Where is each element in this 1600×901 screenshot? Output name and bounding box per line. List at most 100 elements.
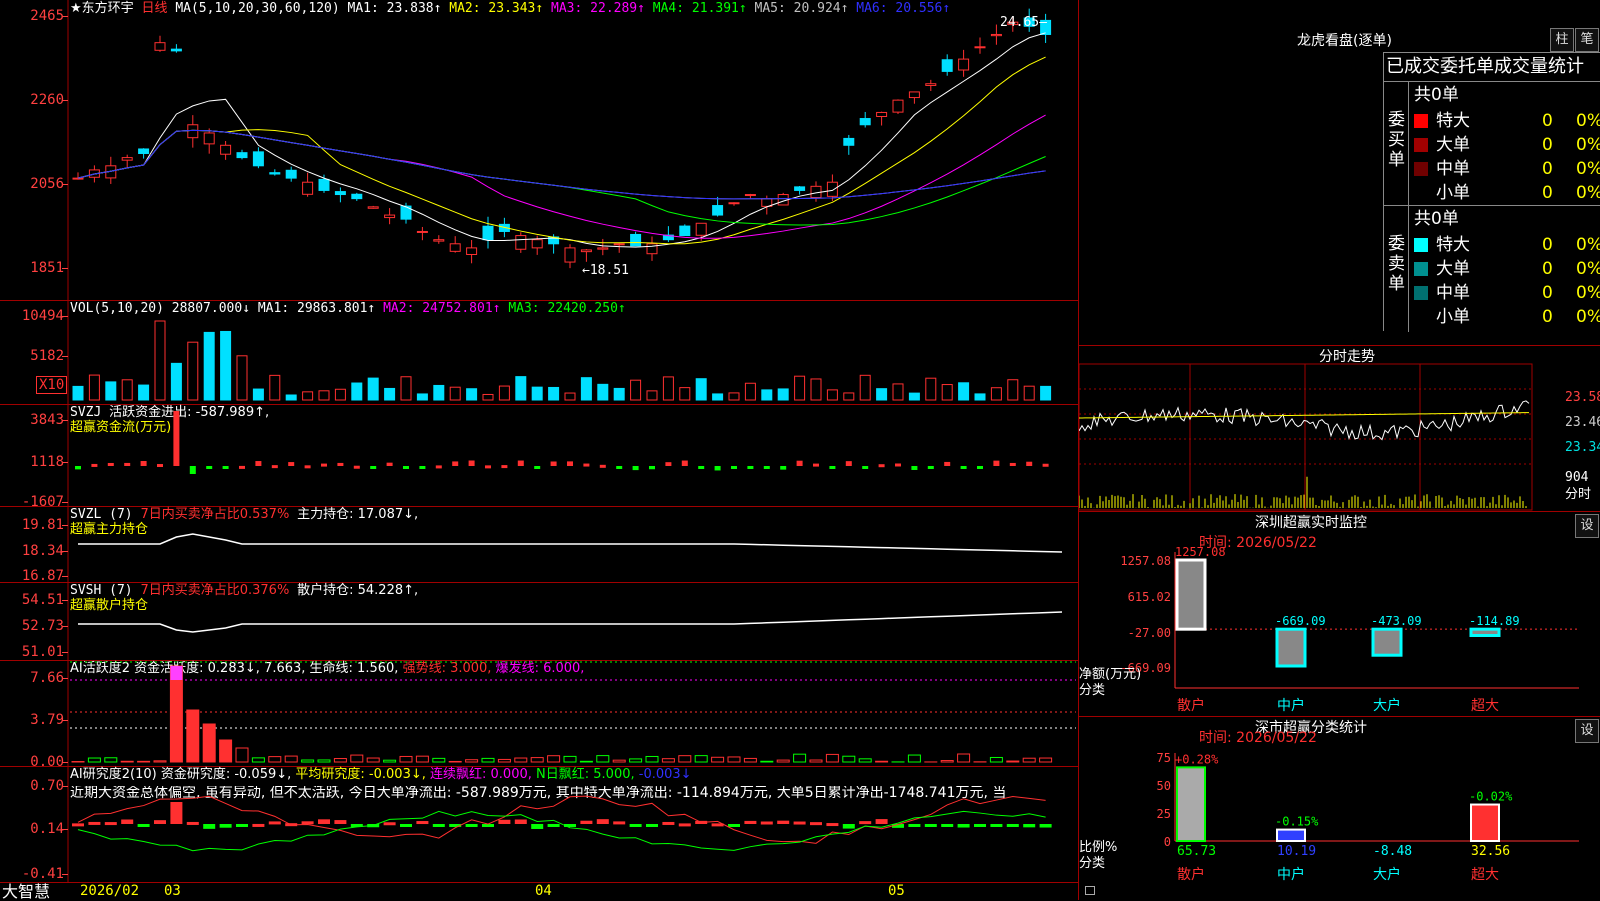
svzj-chart bbox=[0, 404, 1078, 506]
research-bar bbox=[498, 820, 510, 824]
candle-body bbox=[467, 248, 477, 255]
activity-bar bbox=[466, 760, 478, 762]
svzj-bar bbox=[747, 466, 753, 469]
svzj-bar bbox=[124, 463, 130, 466]
activity-bar bbox=[990, 757, 1002, 762]
activity-bar bbox=[728, 757, 740, 762]
monitor-bar bbox=[1471, 629, 1499, 635]
research-bar bbox=[187, 822, 199, 825]
volume-bar bbox=[975, 394, 985, 400]
svzj-pane[interactable]: SVZJ 活跃资金进出: -587.989↑, 超赢资金流(万元) bbox=[0, 404, 1078, 507]
svsh-y-label: 54.51 bbox=[2, 592, 64, 608]
intraday-y-1: 23.46 bbox=[1565, 416, 1600, 430]
svzj-bar bbox=[206, 466, 212, 469]
classify-bar bbox=[1471, 805, 1499, 841]
sell-row-pct: 0% bbox=[1576, 308, 1600, 326]
sell-row-val: 0 bbox=[1542, 236, 1553, 254]
volume-bar bbox=[335, 389, 345, 400]
candle-body bbox=[893, 100, 903, 112]
volume-bar bbox=[713, 394, 723, 400]
svzj-bar bbox=[469, 461, 475, 466]
research-bar bbox=[154, 820, 166, 824]
chart-area[interactable]: ★东方环宇 日线 MA(5,10,20,30,60,120) MA1: 23.8… bbox=[0, 0, 1079, 900]
svzj-bar bbox=[649, 466, 655, 469]
ai-research-pane[interactable]: AI研究度2(10) 资金研究度: -0.059↓, 平均研究度: -0.003… bbox=[0, 766, 1078, 883]
price-pane[interactable]: ★东方环宇 日线 MA(5,10,20,30,60,120) MA1: 23.8… bbox=[0, 0, 1078, 301]
intraday-vol-unit: 分时 bbox=[1565, 488, 1591, 502]
classify-value-label: 32.56 bbox=[1471, 844, 1510, 859]
price-y-tick bbox=[62, 268, 68, 269]
candle-body bbox=[827, 182, 837, 196]
activity-bar bbox=[859, 759, 871, 762]
price-y-tick bbox=[62, 16, 68, 17]
volume-pane[interactable]: VOL(5,10,20) 28807.000↓ MA1: 29863.801↑ … bbox=[0, 300, 1078, 405]
activity-bar bbox=[646, 756, 658, 762]
svzj-bar bbox=[518, 461, 524, 466]
volume-bar bbox=[663, 377, 673, 400]
volume-bar bbox=[417, 394, 427, 400]
research-bar bbox=[121, 820, 133, 824]
research-bar bbox=[170, 802, 182, 824]
candle-body bbox=[713, 206, 723, 216]
volume-bar bbox=[401, 377, 411, 400]
candle-body bbox=[450, 244, 460, 252]
candle-body bbox=[368, 207, 378, 208]
classify-pct-label: -0.02% bbox=[1469, 790, 1513, 804]
svzl-y-tick bbox=[62, 576, 68, 577]
volume-bar bbox=[959, 383, 969, 400]
research-bar bbox=[630, 824, 642, 827]
svzl-pane[interactable]: SVZL (7) 7日内买卖净占比0.537% 主力持仓: 17.087↓, 超… bbox=[0, 506, 1078, 583]
volume-bar bbox=[614, 388, 624, 400]
activity-bar bbox=[236, 748, 248, 762]
candle-body bbox=[139, 149, 149, 154]
svzj-bar bbox=[944, 462, 950, 466]
classify-y-label: 0 bbox=[1164, 835, 1171, 849]
volume-bar bbox=[565, 393, 575, 400]
research-bar bbox=[794, 822, 806, 825]
activity-bar bbox=[810, 760, 822, 762]
tick-mode-button[interactable]: 笔 bbox=[1575, 28, 1599, 52]
candle-body bbox=[171, 49, 181, 51]
intraday-panel[interactable]: 分时走势 23.58 23.46 23.34 904 分时 bbox=[1079, 346, 1600, 512]
volume-bar bbox=[385, 388, 395, 400]
vol-unit-badge: X10 bbox=[36, 376, 67, 394]
volume-bar bbox=[942, 385, 952, 400]
research-bar bbox=[908, 824, 920, 827]
svzj-y-label: -1607 bbox=[2, 494, 64, 510]
monitor-y-label: 1257.08 bbox=[1120, 554, 1171, 568]
monitor-bar bbox=[1373, 629, 1401, 655]
activity-bar bbox=[498, 759, 510, 762]
ai1-y-label: 0.00 bbox=[2, 754, 64, 770]
volume-bar bbox=[844, 393, 854, 400]
activity-bar bbox=[367, 758, 379, 762]
activity-bar bbox=[613, 760, 625, 762]
candle-body bbox=[631, 234, 641, 245]
monitor-value-label: -473.09 bbox=[1371, 614, 1422, 628]
sell-total: 共0单 bbox=[1414, 210, 1459, 228]
svzj-bar bbox=[993, 461, 999, 466]
activity-bar bbox=[794, 754, 806, 762]
bar-mode-button[interactable]: 柱 bbox=[1550, 28, 1574, 52]
activity-bar bbox=[318, 760, 330, 762]
volume-bar bbox=[745, 383, 755, 400]
intraday-y-0: 23.58 bbox=[1565, 391, 1600, 405]
candle-body bbox=[253, 152, 263, 166]
ai-activity-pane[interactable]: AI活跃度2 资金活跃度: 0.283↓, 7.663, 生命线: 1.560,… bbox=[0, 660, 1078, 767]
research-bar bbox=[269, 821, 281, 824]
svsh-pane[interactable]: SVSH (7) 7日内买卖净占比0.376% 散户持仓: 54.228↑, 超… bbox=[0, 582, 1078, 661]
classify-value-label: 10.19 bbox=[1277, 844, 1316, 859]
research-bar bbox=[433, 824, 445, 827]
svzj-bar bbox=[813, 464, 819, 467]
svzj-bar bbox=[665, 462, 671, 466]
monitor-category: 大户 bbox=[1373, 697, 1401, 714]
activity-bar bbox=[170, 666, 182, 762]
svzj-bar bbox=[682, 461, 688, 466]
svzj-bar bbox=[157, 464, 163, 467]
svzj-bar bbox=[337, 463, 343, 466]
x-label-2: 04 bbox=[535, 884, 552, 898]
candle-body bbox=[975, 47, 985, 48]
svzj-bar bbox=[305, 465, 311, 468]
ai1-y-tick bbox=[62, 678, 68, 679]
research-bar bbox=[662, 822, 674, 825]
candle-body bbox=[122, 158, 132, 161]
